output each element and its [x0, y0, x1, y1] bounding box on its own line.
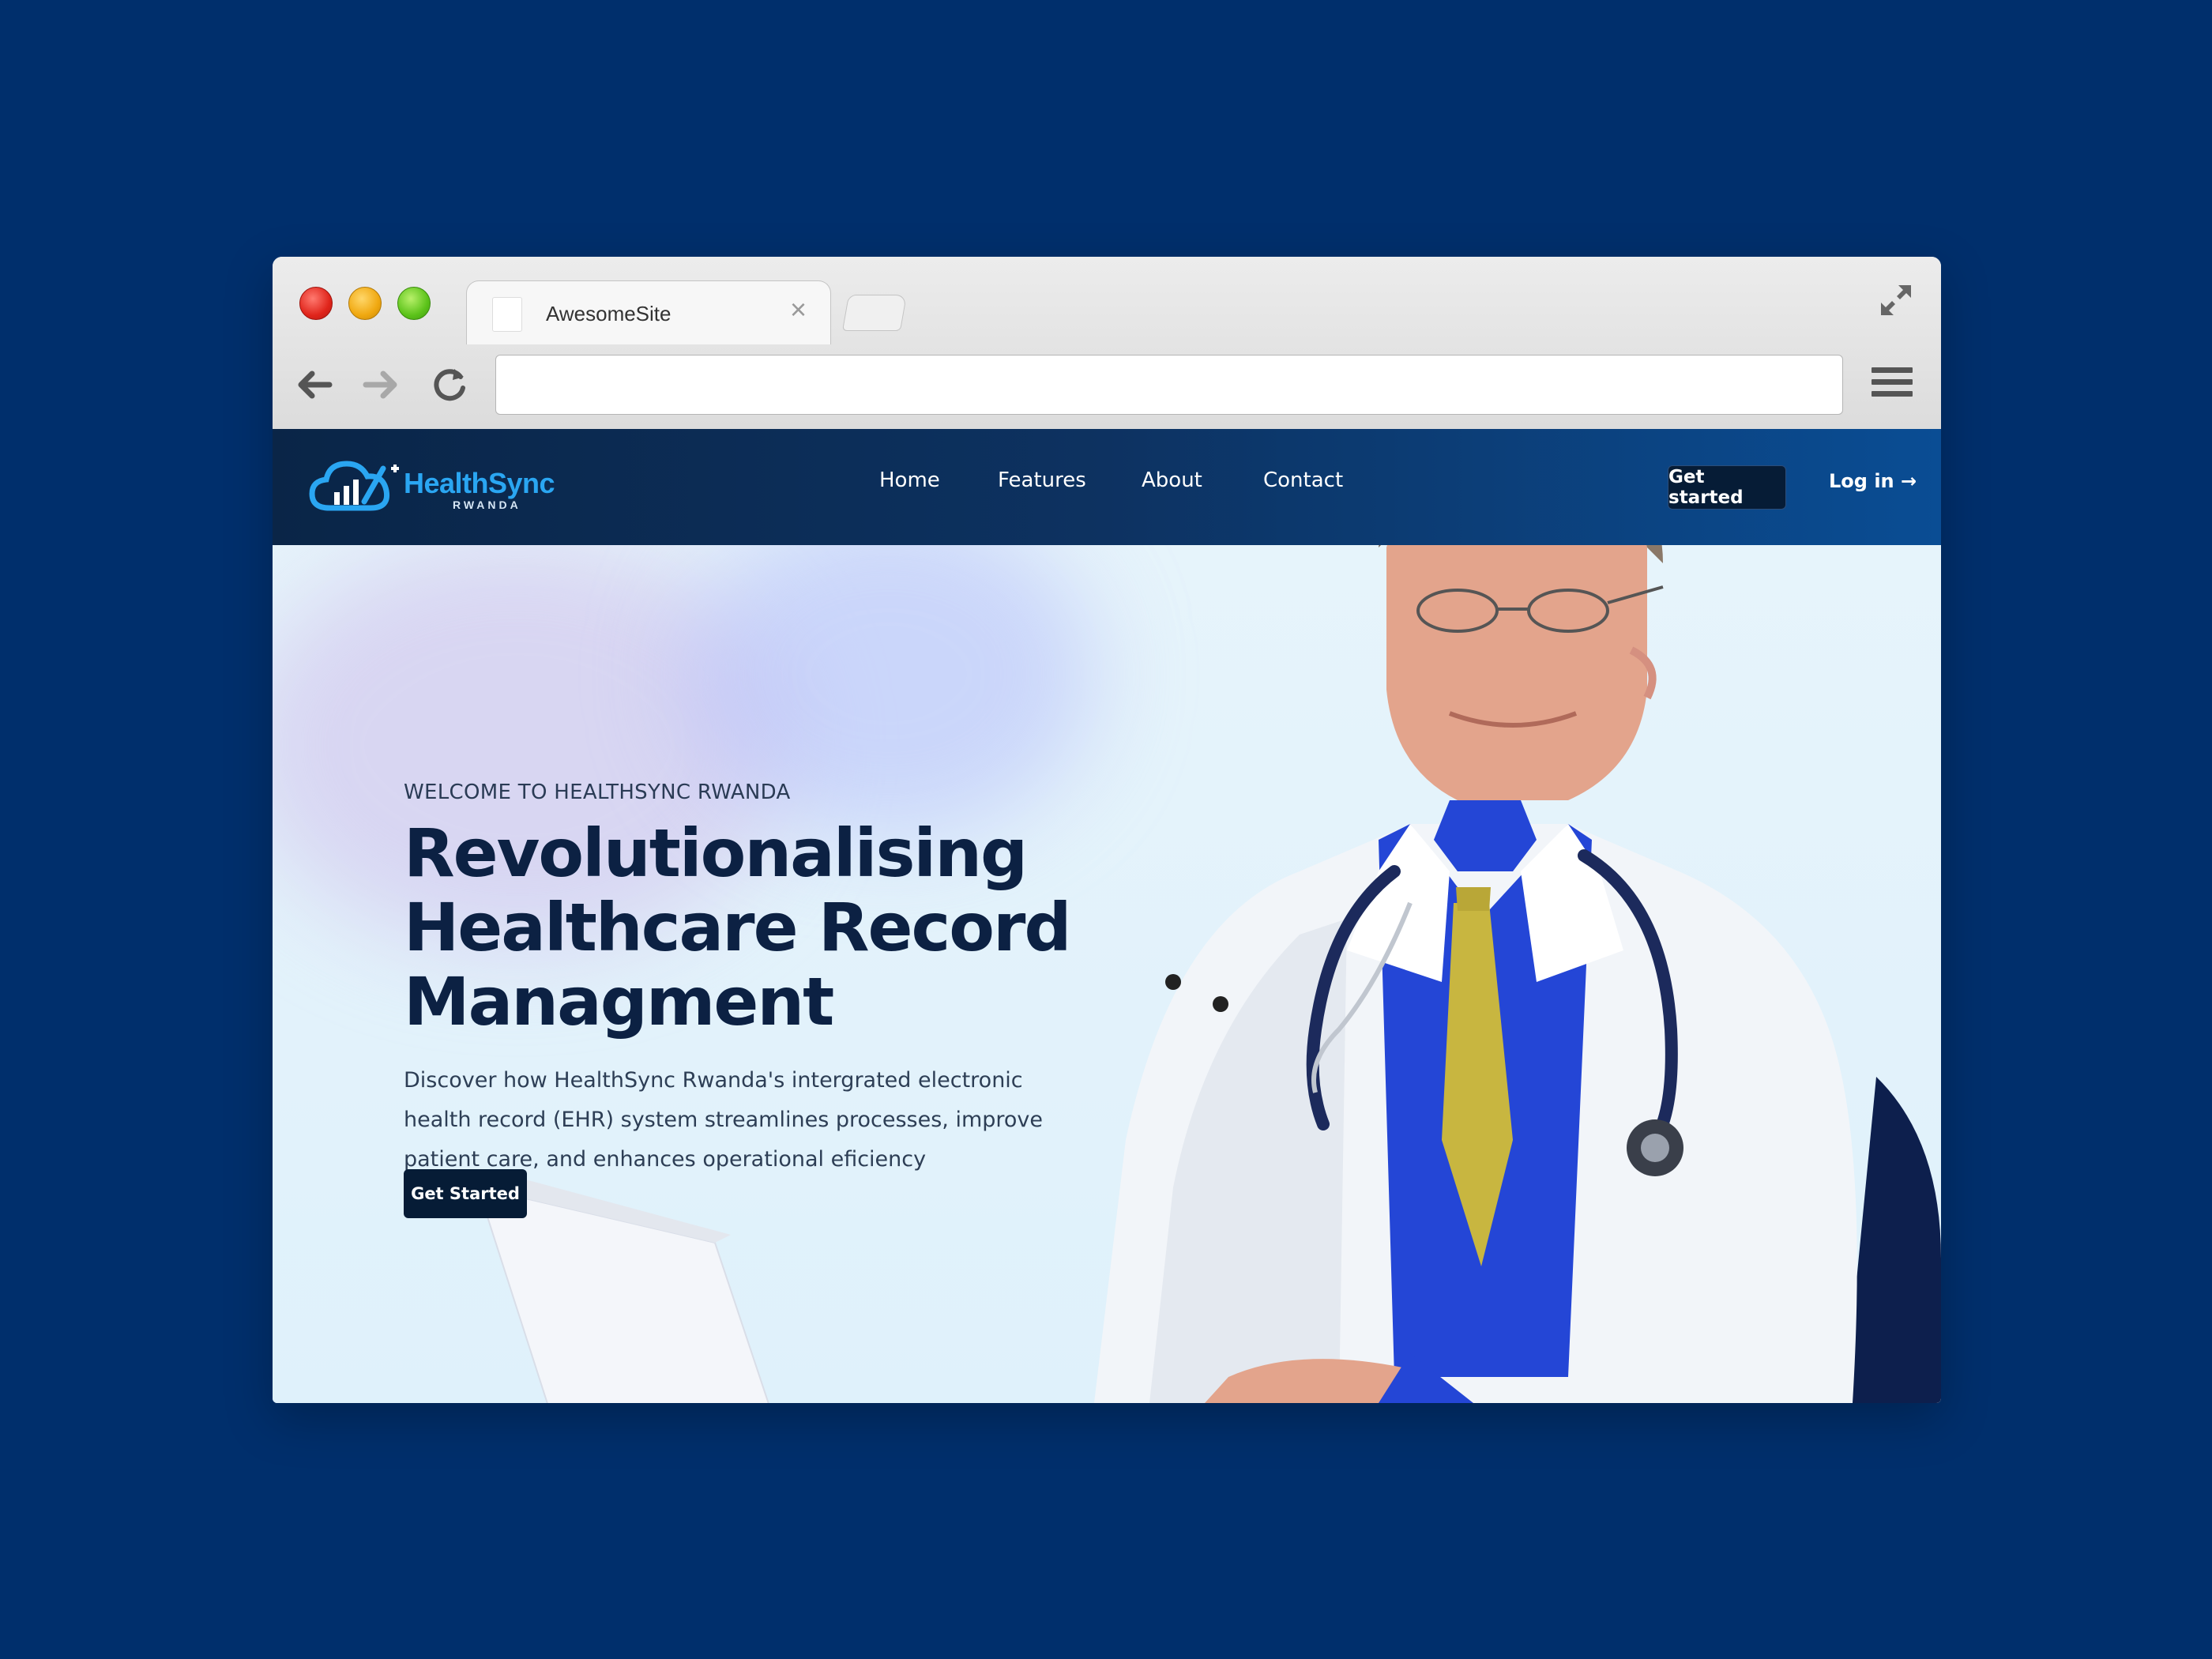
cloud-chart-icon	[309, 461, 399, 511]
website-viewport: HealthSync RWANDA Home Features About Co…	[273, 429, 1941, 1403]
browser-chrome: AwesomeSite ×	[273, 257, 1941, 430]
get-started-button[interactable]: Get started	[1668, 465, 1786, 510]
menu-icon[interactable]	[1872, 367, 1913, 402]
hero-eyebrow: WELCOME TO HEALTHSYNC RWANDA	[404, 781, 791, 804]
nav-features[interactable]: Features	[998, 468, 1086, 492]
forward-arrow-icon[interactable]	[361, 364, 402, 405]
logo-name: HealthSync	[404, 467, 555, 499]
nav-home[interactable]: Home	[879, 468, 940, 492]
nav-about[interactable]: About	[1142, 468, 1202, 492]
site-logo[interactable]: HealthSync RWANDA	[307, 453, 568, 524]
hero-headline: Revolutionalising Healthcare Record Mana…	[404, 816, 1075, 1039]
page-icon	[492, 297, 522, 332]
site-header: HealthSync RWANDA Home Features About Co…	[273, 429, 1941, 545]
address-bar[interactable]	[495, 355, 1843, 415]
doctor-image	[1094, 429, 1941, 1403]
back-arrow-icon[interactable]	[293, 364, 334, 405]
zoom-window-button[interactable]	[397, 287, 431, 320]
nav-contact[interactable]: Contact	[1263, 468, 1343, 492]
tab-close-icon[interactable]: ×	[790, 295, 807, 324]
reload-icon[interactable]	[429, 364, 470, 405]
login-link[interactable]: Log in →	[1829, 470, 1917, 492]
tab-title: AwesomeSite	[546, 302, 672, 325]
headline-line: Managment	[404, 963, 834, 1040]
headline-line: Healthcare Record	[404, 889, 1072, 966]
browser-window: AwesomeSite × HealthSync RWANDA Home Fea…	[273, 257, 1941, 1403]
minimize-window-button[interactable]	[348, 287, 382, 320]
fullscreen-icon[interactable]	[1876, 280, 1916, 320]
logo-subtitle: RWANDA	[453, 498, 521, 511]
browser-tab[interactable]: AwesomeSite ×	[466, 280, 831, 344]
hero-description: Discover how HealthSync Rwanda's intergr…	[404, 1068, 1043, 1172]
new-tab-button[interactable]	[841, 295, 908, 331]
close-window-button[interactable]	[299, 287, 333, 320]
headline-line: Revolutionalising	[404, 814, 1028, 892]
hero-get-started-button[interactable]: Get Started	[404, 1169, 527, 1218]
